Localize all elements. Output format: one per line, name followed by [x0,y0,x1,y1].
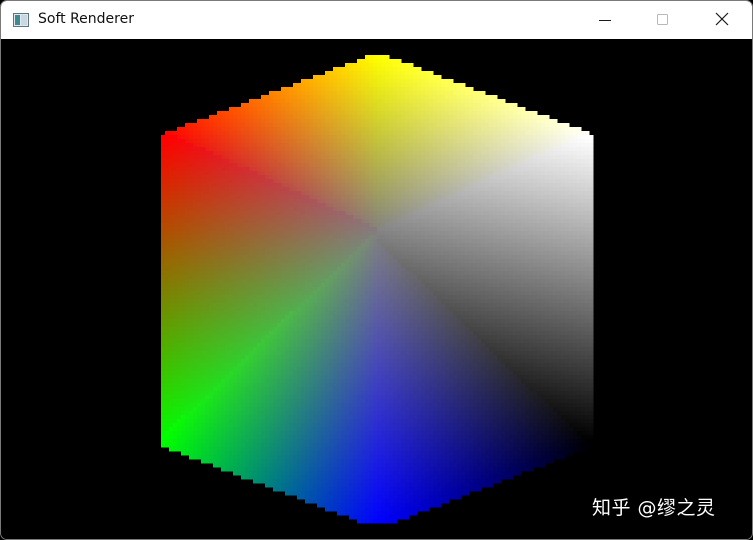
minimize-icon [599,11,611,30]
maximize-button[interactable] [634,1,692,39]
cube-faces [161,55,594,524]
watermark-text: 知乎 @缪之灵 [592,497,716,519]
close-icon [715,11,729,30]
maximize-icon [657,11,669,30]
title-bar[interactable]: Soft Renderer [1,1,752,39]
window-title: Soft Renderer [38,11,134,27]
app-window-icon [13,12,29,27]
minimize-button[interactable] [576,1,634,39]
soft-renderer-window: Soft Renderer 知乎 @缪之灵 [0,0,753,540]
rgb-color-cube [161,55,594,524]
render-viewport[interactable] [1,39,752,539]
close-button[interactable] [693,1,751,39]
